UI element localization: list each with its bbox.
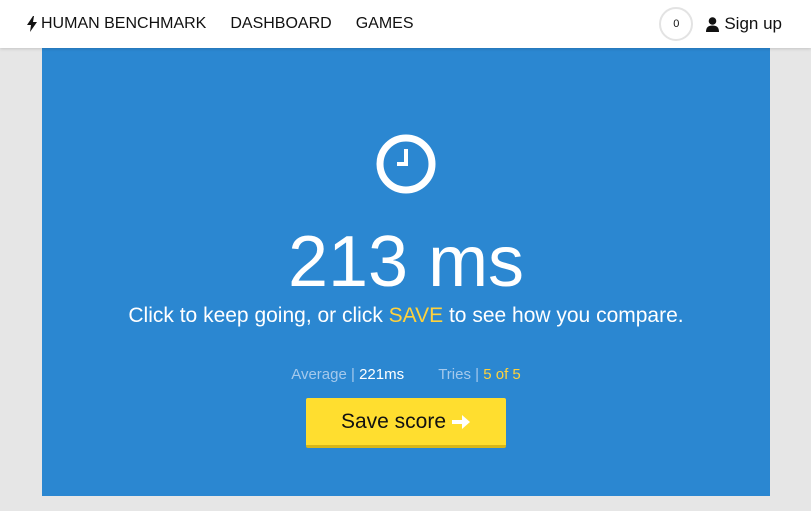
reaction-test-panel[interactable]: 213 ms Click to keep going, or click SAV… bbox=[42, 48, 770, 496]
save-score-label: Save score bbox=[340, 409, 447, 433]
message-suffix: to see how you compare. bbox=[443, 304, 684, 327]
signup-label: Sign up bbox=[724, 14, 782, 33]
result-time: 213 ms bbox=[287, 222, 525, 302]
message-save-highlight: SAVE bbox=[388, 304, 444, 327]
bolt-icon bbox=[27, 16, 37, 32]
brand-link[interactable]: HUMAN BENCHMARK bbox=[27, 15, 206, 33]
nav-link-games[interactable]: GAMES bbox=[356, 15, 414, 33]
average-separator: | bbox=[351, 366, 355, 383]
arrow-right-icon bbox=[452, 414, 471, 429]
brand-label: HUMAN BENCHMARK bbox=[41, 15, 207, 32]
save-score-button[interactable]: Save score bbox=[306, 398, 506, 448]
stats-row: Average | 221ms Tries | 5 of 5 bbox=[42, 364, 770, 386]
average-label: Average bbox=[291, 366, 347, 383]
tries-separator: | bbox=[475, 366, 480, 383]
notification-counter[interactable]: 0 bbox=[659, 7, 694, 41]
signup-link[interactable]: Sign up bbox=[706, 14, 782, 34]
nav-right: 0 Sign up bbox=[659, 0, 782, 48]
tries-label: Tries bbox=[438, 366, 471, 383]
message-prefix: Click to keep going, or click bbox=[128, 304, 389, 327]
tries-value: 5 of 5 bbox=[483, 366, 521, 383]
nav-left: HUMAN BENCHMARK DASHBOARD GAMES bbox=[27, 0, 414, 48]
top-navbar: HUMAN BENCHMARK DASHBOARD GAMES 0 Sign u… bbox=[0, 0, 811, 48]
clock-icon bbox=[376, 134, 436, 194]
user-icon bbox=[706, 16, 720, 32]
nav-link-dashboard[interactable]: DASHBOARD bbox=[230, 15, 331, 33]
result-message: Click to keep going, or click SAVE to se… bbox=[42, 302, 770, 330]
average-value: 221ms bbox=[359, 366, 405, 383]
